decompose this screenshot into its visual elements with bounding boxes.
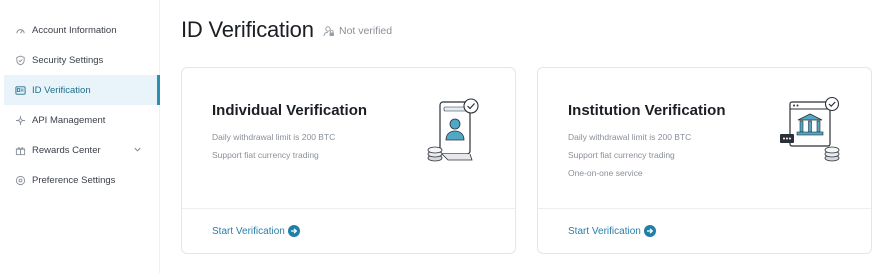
card-divider bbox=[182, 208, 515, 209]
individual-verification-illustration bbox=[427, 98, 479, 162]
sidebar-item-api-management[interactable]: API Management bbox=[4, 105, 160, 135]
institution-verification-card: Institution Verification Daily withdrawa… bbox=[537, 67, 872, 254]
gift-icon bbox=[14, 144, 26, 156]
card-title: Institution Verification bbox=[568, 102, 726, 119]
sidebar-item-label: Preference Settings bbox=[32, 174, 116, 186]
api-icon bbox=[14, 114, 26, 126]
sidebar-item-security-settings[interactable]: Security Settings bbox=[4, 45, 160, 75]
start-verification-label: Start Verification bbox=[568, 225, 641, 237]
card-feature: Daily withdrawal limit is 200 BTC bbox=[568, 132, 692, 142]
arrow-right-circle-icon bbox=[287, 225, 300, 237]
gauge-icon bbox=[14, 24, 26, 36]
verification-status: Not verified bbox=[323, 25, 392, 37]
sidebar-item-id-verification[interactable]: ID Verification bbox=[4, 75, 160, 105]
status-label: Not verified bbox=[339, 25, 393, 37]
sidebar: Account Information Security Settings ID… bbox=[0, 0, 160, 273]
card-title: Individual Verification bbox=[212, 102, 368, 119]
sidebar-item-label: Security Settings bbox=[32, 54, 104, 66]
arrow-right-circle-icon bbox=[643, 225, 656, 237]
card-feature: Support fiat currency trading bbox=[568, 150, 675, 160]
sidebar-item-preference-settings[interactable]: Preference Settings bbox=[4, 165, 160, 195]
sidebar-item-rewards-center[interactable]: Rewards Center bbox=[4, 135, 160, 165]
individual-verification-card: Individual Verification Daily withdrawal… bbox=[181, 67, 516, 254]
shield-icon bbox=[14, 54, 26, 66]
start-verification-label: Start Verification bbox=[212, 225, 285, 237]
card-divider bbox=[538, 208, 871, 209]
sidebar-item-account-information[interactable]: Account Information bbox=[4, 15, 160, 45]
page-title: ID Verification bbox=[181, 17, 314, 42]
sidebar-item-label: Rewards Center bbox=[32, 144, 101, 156]
institution-verification-illustration bbox=[780, 96, 840, 162]
chevron-down-icon[interactable] bbox=[133, 145, 142, 154]
start-verification-link[interactable]: Start Verification bbox=[568, 225, 656, 237]
sidebar-item-label: ID Verification bbox=[32, 84, 91, 96]
sidebar-item-label: Account Information bbox=[32, 24, 117, 36]
user-lock-icon bbox=[323, 26, 334, 37]
id-card-icon bbox=[14, 84, 26, 96]
card-feature: One-on-one service bbox=[568, 168, 643, 178]
card-feature: Support fiat currency trading bbox=[212, 150, 319, 160]
start-verification-link[interactable]: Start Verification bbox=[212, 225, 300, 237]
settings-icon bbox=[14, 174, 26, 186]
sidebar-item-label: API Management bbox=[32, 114, 106, 126]
card-feature: Daily withdrawal limit is 200 BTC bbox=[212, 132, 336, 142]
